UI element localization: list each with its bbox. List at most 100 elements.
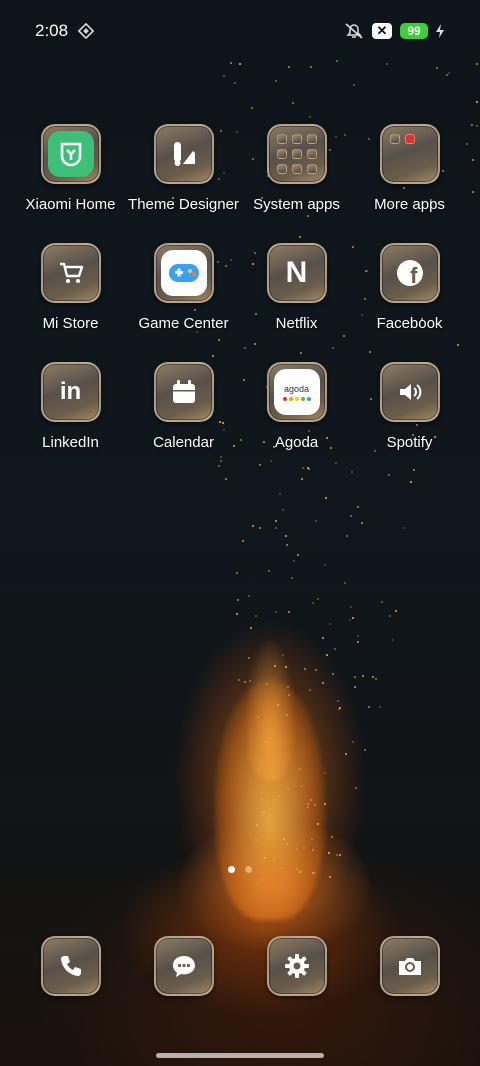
ember-spark: [275, 79, 278, 82]
app-netflix[interactable]: N Netflix: [240, 243, 353, 332]
ember-spark: [346, 534, 349, 537]
ember-spark: [282, 508, 285, 511]
ember-spark: [222, 74, 225, 77]
ember-spark: [329, 623, 332, 626]
app-spotify[interactable]: Spotify: [353, 362, 466, 451]
diamond-notification-icon: [78, 23, 95, 39]
netflix-icon: N: [285, 256, 308, 289]
app-game-center[interactable]: Game Center: [127, 243, 240, 332]
ember-spark: [309, 799, 312, 801]
app-facebook[interactable]: f Facebook: [353, 243, 466, 332]
ember-spark: [410, 481, 413, 484]
ember-spark: [339, 706, 342, 709]
ember-spark: [332, 672, 335, 675]
page-dot-active[interactable]: [228, 866, 235, 873]
ember-spark: [285, 544, 288, 547]
home-indicator[interactable]: [156, 1053, 324, 1058]
ember-spark: [388, 615, 391, 618]
dock-settings[interactable]: [240, 936, 353, 996]
ember-spark: [403, 527, 406, 530]
ember-spark: [476, 125, 478, 128]
ember-spark: [413, 469, 416, 472]
ember-spark: [350, 605, 353, 608]
calendar-icon: [172, 380, 195, 403]
ember-spark: [278, 492, 281, 495]
ember-spark: [328, 875, 331, 878]
app-xiaomi-home[interactable]: Xiaomi Home: [14, 124, 127, 213]
ember-spark: [334, 462, 337, 465]
dock: [14, 936, 466, 996]
speaker-icon: [399, 384, 421, 400]
ember-spark: [258, 526, 261, 529]
ember-spark: [349, 618, 352, 621]
ember-spark: [476, 63, 478, 66]
page-dot[interactable]: [245, 866, 252, 873]
ember-spark: [258, 463, 261, 466]
close-badge-icon: ✕: [372, 23, 392, 39]
ember-spark: [351, 617, 354, 620]
ember-spark: [229, 62, 232, 65]
ember-spark: [274, 527, 277, 529]
ember-spark: [271, 776, 274, 779]
ember-spark: [436, 66, 439, 69]
ember-spark: [220, 460, 223, 463]
dock-camera[interactable]: [353, 936, 466, 996]
folder-system-apps[interactable]: System apps: [240, 124, 353, 213]
ember-spark: [235, 612, 238, 615]
ember-spark: [302, 467, 305, 470]
ember-spark: [268, 814, 271, 817]
ember-spark: [268, 570, 271, 573]
ember-spark: [302, 846, 305, 849]
app-agoda[interactable]: agoda Agoda: [240, 362, 353, 451]
ember-spark: [364, 749, 367, 752]
ember-spark: [236, 571, 239, 574]
ember-spark: [225, 478, 228, 481]
ember-spark: [325, 653, 328, 656]
dock-messages[interactable]: [127, 936, 240, 996]
ember-spark: [265, 740, 268, 743]
ember-spark: [367, 705, 370, 708]
theme-designer-icon: [173, 142, 195, 166]
app-linkedin[interactable]: in LinkedIn: [14, 362, 127, 451]
ember-spark: [255, 615, 258, 618]
ember-spark: [296, 554, 299, 557]
ember-spark: [247, 657, 250, 660]
ember-spark: [286, 713, 289, 716]
ember-spark: [300, 478, 303, 481]
ember-spark: [360, 522, 363, 525]
ember-spark: [309, 66, 312, 69]
ember-spark: [290, 576, 293, 579]
folder-more-apps[interactable]: More apps: [353, 124, 466, 213]
ember-spark: [395, 609, 398, 612]
app-label: Game Center: [138, 315, 229, 332]
app-calendar[interactable]: Calendar: [127, 362, 240, 451]
linkedin-icon: in: [59, 378, 82, 405]
ember-spark: [254, 838, 257, 841]
ember-spark: [288, 611, 291, 614]
app-label: System apps: [253, 196, 340, 213]
ember-spark: [354, 686, 357, 688]
ember-spark: [260, 878, 263, 881]
ember-spark: [284, 535, 287, 538]
ember-spark: [270, 459, 273, 462]
dock-phone[interactable]: [14, 936, 127, 996]
ember-spark: [350, 471, 353, 474]
ember-spark: [288, 65, 291, 68]
ember-spark: [238, 62, 241, 65]
ember-spark: [323, 772, 326, 775]
ember-spark: [306, 802, 309, 805]
app-grid: Xiaomi Home Theme Designer System apps M…: [14, 124, 466, 451]
status-bar: 2:08 ✕ 99: [0, 0, 480, 62]
app-theme-designer[interactable]: Theme Designer: [127, 124, 240, 213]
ember-spark: [448, 72, 451, 75]
ember-spark: [251, 524, 254, 527]
ember-spark: [350, 515, 353, 518]
ember-spark: [309, 116, 312, 119]
cart-icon: [59, 262, 83, 283]
app-mi-store[interactable]: Mi Store: [14, 243, 127, 332]
ember-spark: [355, 787, 358, 790]
ember-spark: [249, 626, 252, 629]
ember-spark: [353, 675, 356, 678]
gear-icon: [284, 954, 309, 978]
ember-spark: [472, 190, 475, 193]
